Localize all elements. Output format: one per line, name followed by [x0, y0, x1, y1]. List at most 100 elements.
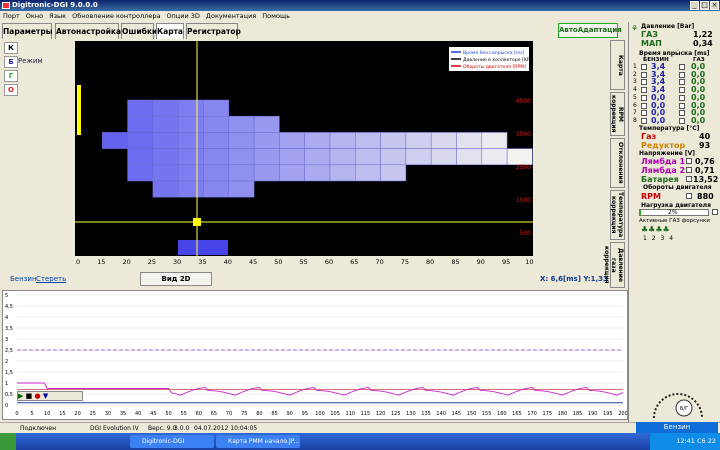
map-cell[interactable]	[203, 164, 230, 182]
tab-parameters[interactable]: Параметры	[2, 23, 52, 39]
autoadapt-button[interactable]: АвтоАдаптация	[558, 23, 622, 38]
stop-icon[interactable]: ■	[26, 392, 33, 400]
map-cell[interactable]	[177, 148, 204, 166]
map-cell[interactable]	[127, 132, 154, 149]
map-cell[interactable]	[177, 132, 204, 149]
close-button[interactable]: ×	[710, 1, 719, 10]
map-cell[interactable]	[228, 132, 255, 149]
map-cell[interactable]	[405, 148, 432, 166]
map-cell[interactable]	[304, 148, 331, 166]
injector-gas-checkbox[interactable]	[679, 79, 685, 86]
menu-window[interactable]: Окно	[23, 12, 46, 20]
injection-map[interactable]: Время бенз.впрыска [ms] Давление в коллек…	[75, 41, 534, 256]
vtab-gas-pressure-correction[interactable]: Давление газа коррекция	[603, 242, 625, 288]
task-image[interactable]: Карта PMM начало.JP...	[216, 435, 300, 448]
map-cell[interactable]	[127, 148, 154, 166]
map-cell[interactable]	[152, 180, 179, 198]
map-cell[interactable]	[152, 148, 179, 166]
map-cell[interactable]	[380, 132, 407, 149]
map-cell[interactable]	[405, 132, 432, 149]
map-cell[interactable]	[152, 115, 179, 133]
map-cell[interactable]	[102, 132, 128, 149]
map-cell[interactable]	[279, 132, 305, 149]
injector-gas-checkbox[interactable]	[679, 87, 685, 94]
map-cell[interactable]	[177, 99, 204, 117]
marker-icon[interactable]: ▼	[43, 392, 48, 400]
injector-benz-checkbox[interactable]	[641, 102, 647, 109]
vtab-temp-correction[interactable]: Температура коррекция	[610, 190, 625, 240]
map-cell[interactable]	[177, 180, 204, 198]
maximize-button[interactable]: □	[700, 1, 709, 10]
map-cell[interactable]	[127, 164, 154, 182]
map-cell[interactable]	[228, 180, 255, 198]
map-cell[interactable]	[329, 148, 356, 166]
minimize-button[interactable]: _	[690, 1, 699, 10]
map-cell[interactable]	[456, 132, 483, 149]
map-cell[interactable]	[253, 148, 280, 166]
injector-gas-checkbox[interactable]	[679, 110, 685, 117]
map-cell[interactable]	[152, 132, 179, 149]
play-icon[interactable]: ▶	[18, 392, 23, 400]
map-cell[interactable]	[279, 148, 305, 166]
map-cell[interactable]	[355, 164, 381, 182]
map-cell[interactable]	[203, 115, 230, 133]
battery-checkbox[interactable]	[686, 176, 692, 182]
map-cell[interactable]	[177, 115, 204, 133]
map-cell[interactable]	[127, 115, 154, 133]
map-cell[interactable]	[228, 115, 255, 133]
vtab-deviations[interactable]: Отклонения	[610, 138, 625, 188]
vtab-map[interactable]: Карта	[610, 40, 625, 90]
injector-benz-checkbox[interactable]	[641, 79, 647, 86]
map-cell[interactable]	[380, 164, 407, 182]
map-cell[interactable]	[456, 148, 483, 166]
map-cell[interactable]	[355, 148, 381, 166]
menu-port[interactable]: Порт	[0, 12, 23, 20]
tab-map[interactable]: Карта	[156, 23, 184, 39]
map-cell[interactable]	[355, 132, 381, 149]
injector-gas-checkbox[interactable]	[679, 64, 685, 70]
map-cell[interactable]	[152, 164, 179, 182]
map-cell[interactable]	[253, 164, 280, 182]
injector-benz-checkbox[interactable]	[641, 64, 647, 70]
injector-benz-checkbox[interactable]	[641, 94, 647, 101]
injector-benz-checkbox[interactable]	[641, 117, 647, 124]
task-digitronic[interactable]: Digitronic-DGI	[130, 435, 214, 448]
map-cell[interactable]	[279, 164, 305, 182]
oscilloscope-graph[interactable]: 5 4,5 4 3,5 3 2,5 2 1,5 1 0,5 0 0 5 10 15 20 25 30 35 40 45 5…	[2, 290, 628, 420]
map-cell[interactable]	[481, 132, 508, 149]
lambda1-checkbox[interactable]	[686, 158, 692, 164]
map-cell[interactable]	[127, 99, 154, 117]
map-cell[interactable]	[430, 132, 457, 149]
menu-language[interactable]: Язык	[46, 12, 69, 20]
map-cell[interactable]	[228, 148, 255, 166]
tab-autotuning[interactable]: Автонастройка	[55, 23, 121, 39]
record-icon[interactable]: ●	[34, 392, 40, 400]
map-cell[interactable]	[203, 148, 230, 166]
map-cell[interactable]	[329, 132, 356, 149]
map-cell[interactable]	[304, 132, 331, 149]
graph-canvas[interactable]: 5 4,5 4 3,5 3 2,5 2 1,5 1 0,5 0 0 5 10 15 20 25 30 35 40 45 5…	[3, 291, 628, 419]
menu-update[interactable]: Обновление контроллера	[69, 12, 163, 20]
tab-errors[interactable]: Ошибки	[121, 23, 157, 39]
map-cell[interactable]	[152, 99, 179, 117]
map-cell[interactable]	[430, 148, 457, 166]
menu-3d-options[interactable]: Опции 3D	[163, 12, 202, 20]
injector-gas-checkbox[interactable]	[679, 102, 685, 109]
o-button[interactable]: О	[4, 84, 18, 96]
map-cell[interactable]	[304, 164, 331, 182]
tab-recorder[interactable]: Регистратор	[186, 23, 241, 39]
map-cell[interactable]	[203, 180, 230, 198]
map-cell[interactable]	[329, 164, 356, 182]
b-button[interactable]: Б	[4, 56, 18, 68]
map-cell[interactable]	[177, 164, 204, 182]
injector-gas-checkbox[interactable]	[679, 94, 685, 101]
map-cell[interactable]	[203, 132, 230, 149]
map-cell[interactable]	[253, 132, 280, 149]
rpm-checkbox[interactable]	[686, 193, 692, 199]
map-cell[interactable]	[481, 148, 508, 166]
injector-benz-checkbox[interactable]	[641, 110, 647, 117]
map-cell[interactable]	[506, 148, 533, 166]
map-cell[interactable]	[380, 148, 407, 166]
map-cell[interactable]	[178, 240, 228, 255]
menu-help[interactable]: Помощь	[259, 12, 293, 20]
